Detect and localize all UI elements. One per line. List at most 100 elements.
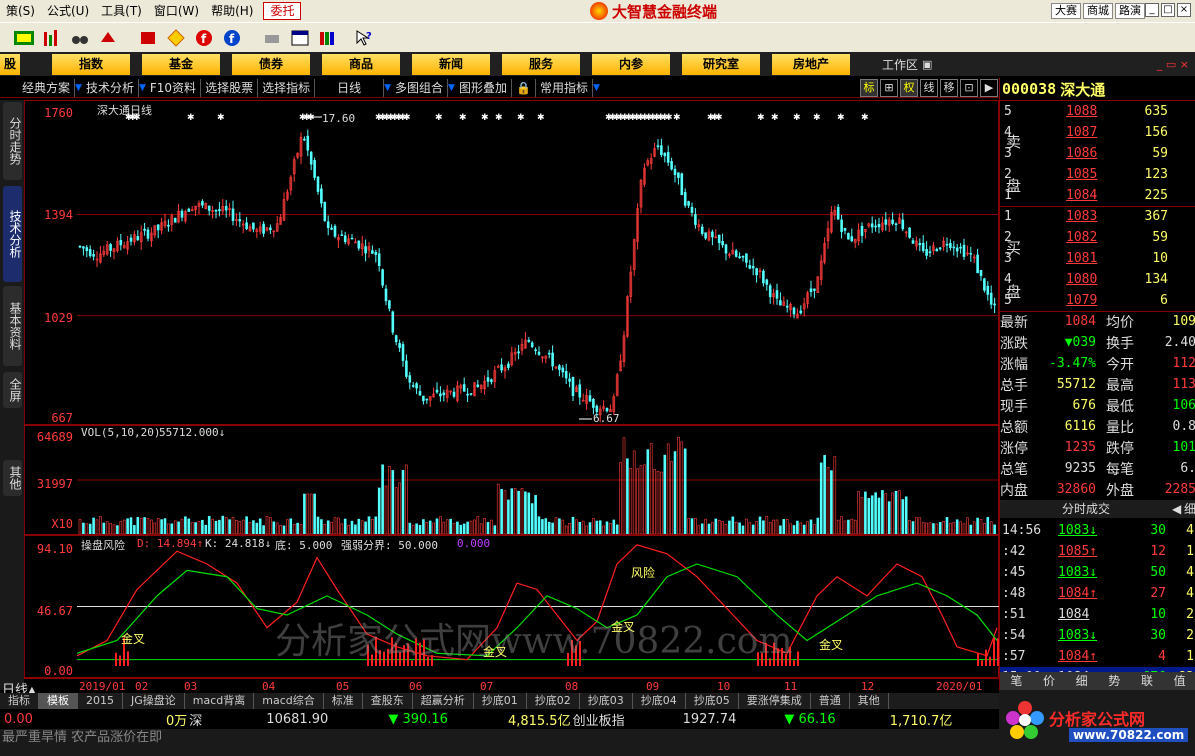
books-icon[interactable] [318,28,338,48]
panel-window-icons[interactable]: _ ▭ × [1157,58,1189,71]
common-indicator-menu[interactable]: 常用指标 [536,78,593,97]
candle-body [656,145,660,148]
window-icon[interactable] [290,28,310,48]
tick-detail-tab[interactable]: 细 [1184,500,1195,518]
maximize-icon[interactable]: □ [1161,3,1175,17]
diamond-icon[interactable] [166,28,186,48]
trust-button[interactable]: 委托 [263,2,302,20]
workarea-toggle-icon[interactable]: ▣ [922,58,932,71]
grid-toggle[interactable]: ⊞ [880,78,898,97]
classic-scheme-dropdown-icon[interactable]: ▼ [75,83,82,93]
period-dropdown-icon[interactable]: ▼ [384,83,391,93]
qtab-trend[interactable]: 势 [1108,672,1120,690]
help-pointer-icon[interactable]: ? [354,28,374,48]
line-toggle[interactable]: 线 [920,78,938,97]
nav-bond[interactable]: 债券 [232,53,310,75]
nav-research[interactable]: 研究室 [682,53,760,75]
nav-realestate[interactable]: 房地产 [772,53,850,75]
roadshow-button[interactable]: 路演 [1115,3,1145,19]
bars-icon[interactable] [42,28,62,48]
nav-index[interactable]: 指数 [52,53,130,75]
diary-icon[interactable] [138,28,158,48]
menu-item-formula[interactable]: 公式(U) [41,0,95,22]
move-toggle[interactable]: 移 [940,78,958,97]
alarm-icon[interactable] [98,28,118,48]
common-indicator-dropdown-icon[interactable]: ▼ [593,83,600,93]
qtab-link[interactable]: 联 [1141,672,1153,690]
select-indicator-menu[interactable]: 选择指标 [258,78,316,97]
multi-chart-menu[interactable]: 多图组合 [391,78,449,97]
workarea-label[interactable]: 工作区 [882,56,918,73]
zoom-toggle[interactable]: ⊡ [960,78,978,97]
tab-fundamentals[interactable]: 基本资料 [3,286,22,366]
red-f-icon[interactable]: f [194,28,214,48]
chart-area[interactable]: 1760 1394 1029 667 深大通日线 17.60 6.67 ✱ ✱ ✱ ✱… [24,100,999,678]
tab-other-indicators[interactable]: 其他 [850,693,889,709]
menu-item-strategy[interactable]: 策(S) [0,0,41,22]
blue-f-icon[interactable]: f [222,28,242,48]
volume-bar [432,522,435,534]
tab-macd-combo[interactable]: macd综合 [254,693,324,709]
classic-scheme-menu[interactable]: 经典方案 [18,78,76,97]
f10-menu[interactable]: F10资料 [146,78,202,97]
tab-intraday[interactable]: 分时走势 [3,102,22,180]
ticker-text[interactable]: 最严重旱情 农产品涨价在即 [2,730,162,745]
nav-fund[interactable]: 基金 [142,53,220,75]
nav-insider[interactable]: 内参 [592,53,670,75]
binoculars-icon[interactable] [70,28,90,48]
nav-commodity[interactable]: 商品 [322,53,400,75]
tab-bottom02[interactable]: 抄底02 [527,693,580,709]
tick-prev-icon[interactable]: ◀ [1172,500,1184,518]
nav-news[interactable]: 新闻 [412,53,490,75]
qtab-value[interactable]: 值 [1174,672,1186,690]
tab-super-win[interactable]: 超赢分析 [413,693,474,709]
lock-icon[interactable]: 🔒 [512,78,536,97]
tab-bottom03[interactable]: 抄底03 [580,693,633,709]
multi-chart-dropdown-icon[interactable]: ▼ [448,83,455,93]
menu-item-window[interactable]: 窗口(W) [148,0,205,22]
close-icon[interactable]: × [1177,3,1191,17]
select-stock-menu[interactable]: 选择股票 [201,78,259,97]
candle-body [316,176,320,192]
period-menu[interactable]: 日线 [315,78,385,97]
print-icon[interactable] [262,28,282,48]
flag-icon[interactable] [14,28,34,48]
mark-toggle[interactable]: 标 [860,78,878,97]
volume-bar [908,520,911,534]
overlay-menu[interactable]: 图形叠加 [455,78,512,97]
menu-item-help[interactable]: 帮助(H) [205,0,259,22]
tech-analysis-menu[interactable]: 技术分析 [82,78,139,97]
contest-button[interactable]: 大赛 [1051,3,1081,19]
tab-macd-div[interactable]: macd背离 [185,693,255,709]
tab-bottom05[interactable]: 抄底05 [686,693,739,709]
tab-fullscreen[interactable]: 全屏 [3,372,22,408]
qtab-price[interactable]: 价 [1043,672,1055,690]
tab-limit-up[interactable]: 要涨停集成 [739,693,811,709]
tab-bottom01[interactable]: 抄底01 [474,693,527,709]
mall-button[interactable]: 商城 [1083,3,1113,19]
tab-standard[interactable]: 标准 [324,693,363,709]
tab-normal[interactable]: 普通 [811,693,850,709]
tab-tech-analysis[interactable]: 技术分析 [3,186,22,282]
tech-analysis-dropdown-icon[interactable]: ▼ [139,83,146,93]
tab-2015[interactable]: 2015 [78,693,123,709]
tab-bottom04[interactable]: 抄底04 [633,693,686,709]
tick-time: :45 [1002,565,1026,580]
tab-shareholder[interactable]: 查股东 [363,693,413,709]
tab-other[interactable]: 其他 [3,460,22,496]
qtab-trade[interactable]: 笔 [1010,672,1022,690]
nav-stock[interactable]: 股 [0,53,20,75]
tab-template[interactable]: 模板 [39,693,78,709]
menu-item-tools[interactable]: 工具(T) [95,0,148,22]
nav-service[interactable]: 服务 [502,53,580,75]
tick-price: 1084↑ [1058,586,1098,601]
tab-jg[interactable]: JG操盘论 [123,693,185,709]
tab-indicator[interactable]: 指标 [0,693,39,709]
minimize-icon[interactable]: _ [1145,3,1159,17]
tick-title[interactable]: 分时成交 [1000,500,1172,518]
next-toggle[interactable]: ▶ [980,78,998,97]
rights-toggle[interactable]: 权 [900,78,918,97]
chart-toolbar: 经典方案 ▼ 技术分析 ▼ F10资料 选择股票 选择指标 日线 ▼ 多图组合 ▼ 图形… [0,78,1000,98]
qtab-detail[interactable]: 细 [1076,672,1088,690]
news-ticker[interactable]: 最严重旱情 农产品涨价在即 [0,729,1000,756]
